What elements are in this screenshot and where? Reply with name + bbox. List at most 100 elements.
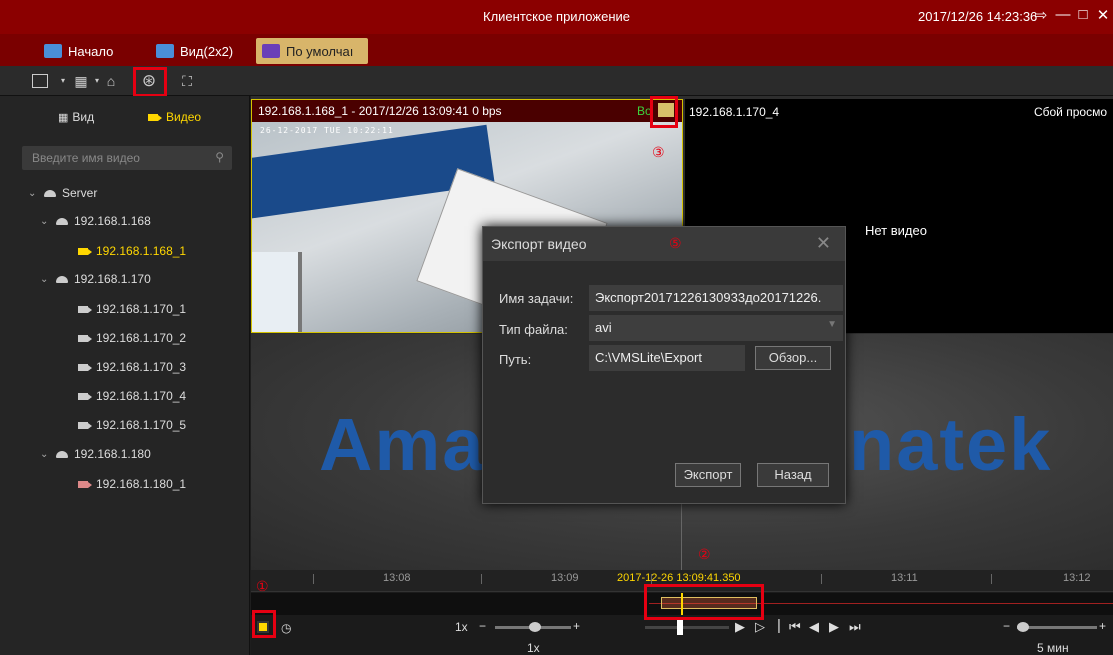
step-forward-icon[interactable]: ▷ (755, 619, 765, 635)
prev-frame-icon[interactable]: ◀ (809, 619, 819, 635)
file-type-select[interactable]: avi ▼ (589, 315, 843, 341)
tree-label: 192.168.1.170 (74, 272, 151, 286)
tree-item-170[interactable]: ⌄ 192.168.1.170 (40, 270, 151, 288)
callout-box-3 (650, 96, 678, 128)
callout-box-2 (644, 584, 764, 620)
speed-label: 1x (527, 641, 540, 655)
chevron-down-icon[interactable]: ⌄ (40, 449, 50, 460)
tree-label: 192.168.1.170_5 (96, 418, 187, 432)
tree-item-server[interactable]: ⌄ Server (28, 184, 97, 202)
tree-item-168-1[interactable]: 192.168.1.168_1 (78, 242, 186, 260)
search-input[interactable]: Введите имя видео ⚲ (22, 146, 232, 170)
browse-button[interactable]: Обзор... (755, 346, 831, 370)
fullscreen-icon[interactable]: ⛶ (176, 72, 198, 90)
tree-item-170-4[interactable]: 192.168.1.170_4 (78, 387, 186, 405)
volume-slider[interactable] (645, 626, 729, 629)
layout-icon[interactable] (32, 74, 48, 88)
plus-icon[interactable]: + (1099, 619, 1106, 633)
tree-item-170-1[interactable]: 192.168.1.170_1 (78, 300, 186, 318)
chevron-down-icon[interactable]: ⌄ (40, 274, 50, 285)
skip-forward-icon[interactable]: ⏭ (849, 619, 861, 635)
export-dialog: Экспорт видео ⑤ ✕ Имя задачи: Экспорт201… (482, 226, 846, 504)
tree-item-180-1[interactable]: 192.168.1.180_1 (78, 475, 186, 493)
grid-icon: ▦ (58, 111, 69, 124)
tab-view[interactable]: ▦ Вид (58, 110, 94, 124)
search-icon[interactable]: ⚲ (215, 150, 224, 164)
callout-1: ① (256, 578, 269, 594)
tab-default[interactable]: По умолчаı (256, 38, 368, 64)
back-button[interactable]: Назад (757, 463, 829, 487)
server-icon (56, 275, 68, 283)
minus-icon[interactable]: − (479, 619, 486, 633)
callout-3: ③ (652, 144, 665, 160)
tab-home[interactable]: Начало (38, 38, 119, 64)
clock: 2017/12/26 14:23:36 (918, 9, 1038, 24)
camera-icon (78, 363, 92, 371)
callout-box-1 (252, 610, 276, 638)
close-icon[interactable]: ✕ (1094, 6, 1112, 26)
chevron-down-icon[interactable]: ▼ (827, 319, 837, 330)
server-icon (44, 189, 56, 197)
zoom-slider[interactable] (1017, 626, 1097, 629)
speed-icon-label: 1x (455, 620, 468, 634)
close-icon[interactable]: ✕ (816, 233, 831, 254)
feed-window (252, 252, 302, 332)
tree-item-170-5[interactable]: 192.168.1.170_5 (78, 416, 186, 434)
path-field[interactable]: C:\VMSLite\Export (589, 345, 745, 371)
snapshot-icon[interactable]: ⌂ (100, 72, 122, 90)
chevron-down-icon[interactable]: ⌄ (40, 216, 50, 227)
task-label: Имя задачи: (499, 291, 574, 306)
tree-label: Server (62, 186, 98, 200)
tree-item-170-3[interactable]: 192.168.1.170_3 (78, 358, 186, 376)
next-frame-icon[interactable]: ▶ (829, 619, 839, 635)
volume-knob[interactable] (677, 619, 683, 635)
logout-icon[interactable]: ⇨ (1032, 6, 1050, 26)
tree-item-180[interactable]: ⌄ 192.168.1.180 (40, 445, 151, 463)
zoom-label: 5 мин (1037, 641, 1069, 655)
osd-timestamp: 26-12-2017 TUE 10:22:11 (260, 126, 394, 135)
skip-back-icon[interactable]: ⏮ (789, 619, 801, 635)
clapper-icon (262, 44, 280, 58)
minimize-icon[interactable]: — (1054, 6, 1072, 26)
chevron-down-icon[interactable]: ⌄ (28, 188, 38, 199)
tree-label: 192.168.1.170_4 (96, 389, 187, 403)
dialog-title: Экспорт видео (491, 236, 587, 252)
pane-error: Сбой просмо (1033, 105, 1107, 119)
pane-title: 192.168.1.170_4 (689, 105, 780, 119)
tree-label: 192.168.1.180_1 (96, 477, 187, 491)
camera-icon (78, 247, 92, 255)
tab-view-2x2[interactable]: Вид(2x2) (150, 38, 239, 64)
camera-icon (78, 305, 92, 313)
tab-video[interactable]: Видео (148, 110, 201, 124)
tick-label: 13:08 (383, 572, 411, 584)
dialog-header: Экспорт видео ⑤ ✕ (483, 227, 845, 261)
play-icon[interactable]: ▶ (735, 619, 745, 635)
task-name-field[interactable]: Экспорт20171226130933до20171226. (589, 285, 843, 311)
tree-item-170-2[interactable]: 192.168.1.170_2 (78, 329, 186, 347)
clock-icon[interactable]: ◷ (281, 621, 291, 635)
search-placeholder: Введите имя видео (32, 151, 140, 165)
maximize-icon[interactable]: □ (1074, 6, 1092, 26)
tree-label: 192.168.1.170_3 (96, 360, 187, 374)
tree-item-168[interactable]: ⌄ 192.168.1.168 (40, 212, 151, 230)
tick (991, 574, 992, 584)
export-button[interactable]: Экспорт (675, 463, 741, 487)
monitor-icon (44, 44, 62, 58)
callout-5: ⑤ (669, 235, 682, 251)
tick-label: 13:09 (551, 572, 579, 584)
callout-box-4 (133, 67, 167, 97)
tick-label: 13:11 (891, 572, 918, 584)
camera-icon (78, 334, 92, 342)
minus-icon[interactable]: − (1003, 619, 1010, 633)
zoom-slider-knob[interactable] (1017, 622, 1029, 632)
speed-icon: 1x (455, 620, 468, 634)
camera-icon (78, 392, 92, 400)
tick (313, 574, 314, 584)
title-bar: Клиентское приложение 2017/12/26 14:23:3… (0, 0, 1113, 34)
type-label: Тип файла: (499, 322, 568, 337)
tick (481, 574, 482, 584)
speed-slider-knob[interactable] (529, 622, 541, 632)
plus-icon[interactable]: + (573, 619, 580, 633)
pane-title: 192.168.1.168_1 - 2017/12/26 13:09:41 0 … (258, 104, 502, 118)
server-icon (56, 217, 68, 225)
